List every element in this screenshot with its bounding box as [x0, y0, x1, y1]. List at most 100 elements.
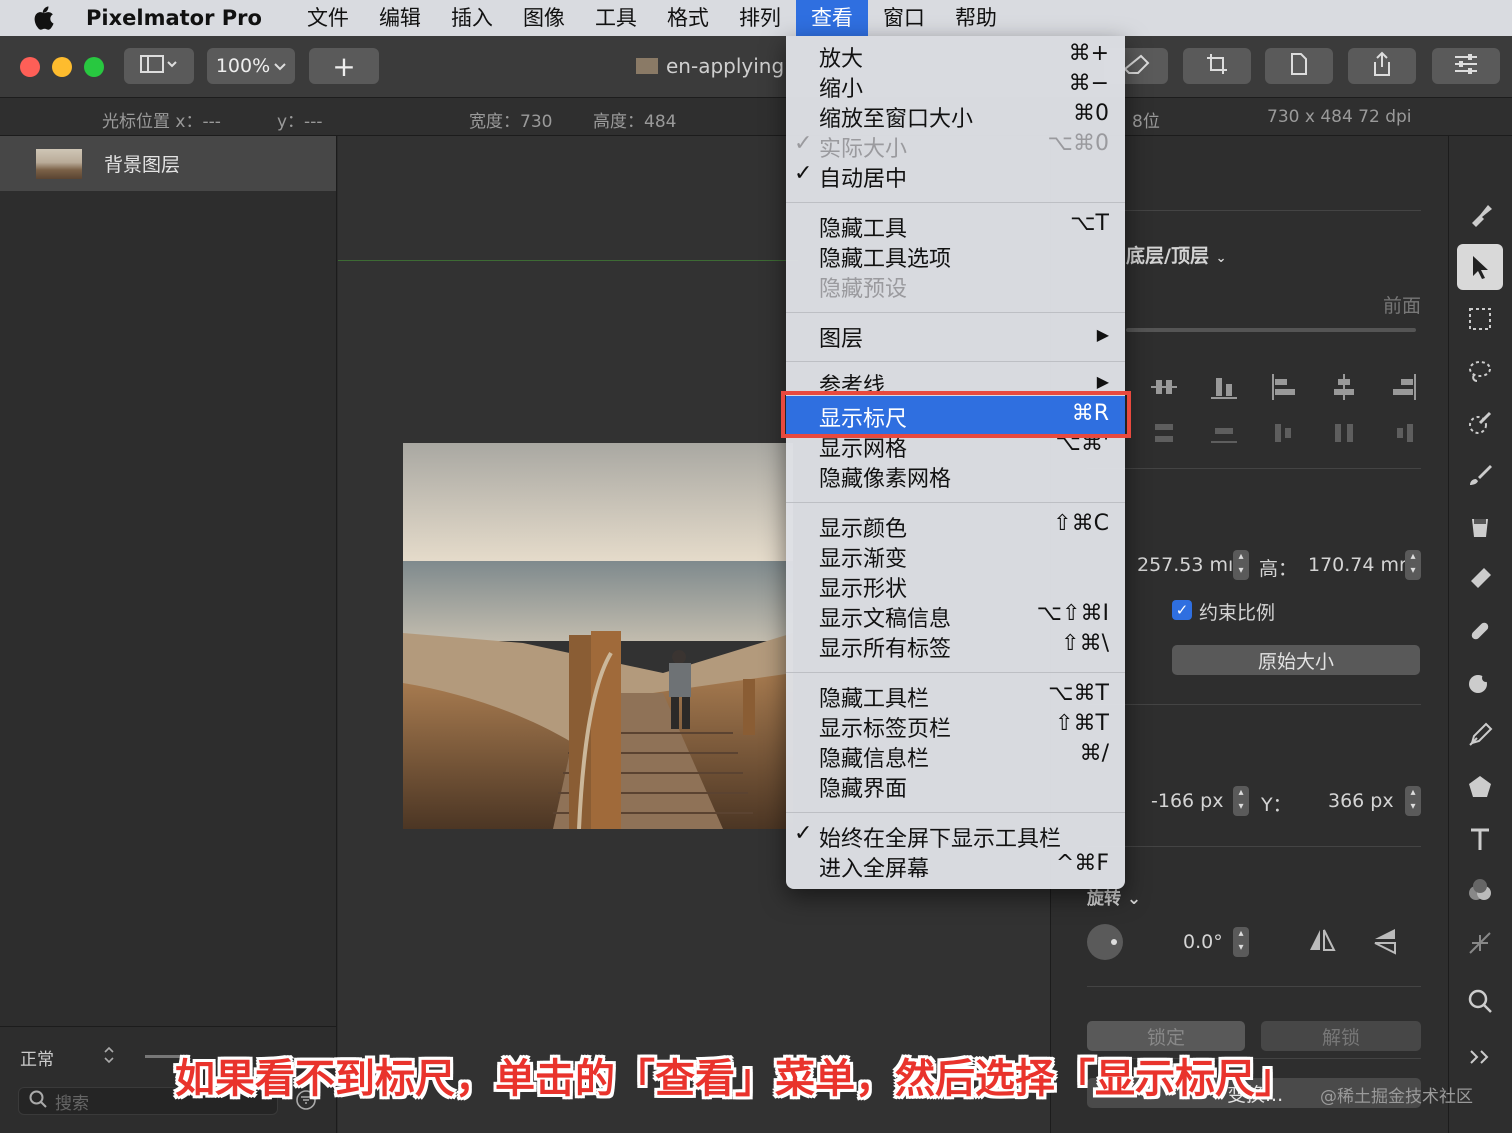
- style-tool-icon[interactable]: [1457, 192, 1503, 238]
- pen-tool-icon[interactable]: [1457, 712, 1503, 758]
- sidebar-toggle-button[interactable]: [124, 48, 194, 84]
- shape-tool-icon[interactable]: [1457, 764, 1503, 810]
- menu-item-hide-info-bar[interactable]: 隐藏信息栏 ⌘/: [786, 741, 1125, 772]
- repair-tool-icon[interactable]: [1457, 608, 1503, 654]
- menu-item-hide-presets[interactable]: 隐藏预设: [786, 271, 1125, 302]
- y-position-value[interactable]: 366 px: [1328, 790, 1394, 812]
- blend-mode-select[interactable]: 正常: [20, 1045, 54, 1070]
- rotation-dial[interactable]: [1087, 924, 1123, 960]
- quick-select-icon[interactable]: [1457, 400, 1503, 446]
- paint-brush-icon[interactable]: [1457, 452, 1503, 498]
- eraser-tool-icon[interactable]: [1457, 556, 1503, 602]
- rectangle-select-icon[interactable]: [1457, 296, 1503, 342]
- crop-button[interactable]: [1183, 48, 1251, 84]
- menu-file[interactable]: 文件: [292, 0, 364, 36]
- arrange-text: 底层/顶层: [1126, 245, 1209, 267]
- menu-window[interactable]: 窗口: [868, 0, 940, 36]
- menu-item-hide-tool-options[interactable]: 隐藏工具选项: [786, 241, 1125, 272]
- constrain-checkbox[interactable]: ✓: [1172, 600, 1192, 620]
- menu-item-shortcut: ⌘+: [1068, 41, 1109, 66]
- menu-format[interactable]: 格式: [652, 0, 724, 36]
- retouch-tool-icon[interactable]: [1457, 660, 1503, 706]
- align-left-icon[interactable]: [1271, 374, 1297, 405]
- paint-bucket-icon[interactable]: [1457, 504, 1503, 550]
- menu-item-hide-interface[interactable]: 隐藏界面: [786, 771, 1125, 802]
- menu-view[interactable]: 查看: [795, 0, 868, 36]
- distribute-bottom-icon[interactable]: [1211, 420, 1237, 451]
- menu-item-layers[interactable]: 图层 ▶: [786, 321, 1125, 352]
- zoom-window-button[interactable]: [84, 57, 104, 77]
- width-value[interactable]: 257.53 mı: [1137, 554, 1233, 576]
- menu-edit[interactable]: 编辑: [364, 0, 436, 36]
- apple-icon[interactable]: [0, 5, 86, 31]
- align-bottom-icon[interactable]: [1211, 374, 1237, 405]
- distribute-left-icon[interactable]: [1271, 420, 1297, 451]
- search-icon: [29, 1090, 47, 1113]
- submenu-arrow-icon: ▶: [1096, 372, 1109, 391]
- x-position-value[interactable]: -166 px: [1151, 790, 1223, 812]
- export-document-button[interactable]: [1265, 48, 1333, 84]
- more-tools-icon[interactable]: [1457, 1034, 1503, 1080]
- plus-icon: +: [332, 49, 356, 83]
- menu-item-actual-size[interactable]: ✓ 实际大小 ⌥⌘0: [786, 131, 1125, 162]
- menu-item-show-gradients[interactable]: 显示渐变: [786, 541, 1125, 572]
- menu-item-zoom-to-fit[interactable]: 缩放至窗口大小 ⌘0: [786, 101, 1125, 132]
- rotation-value[interactable]: 0.0°: [1183, 931, 1223, 953]
- canvas-image[interactable]: [403, 443, 793, 829]
- height-value[interactable]: 170.74 mr: [1308, 554, 1407, 576]
- menu-item-enter-fullscreen[interactable]: 进入全屏幕 ^⌘F: [786, 851, 1125, 882]
- add-button[interactable]: +: [309, 48, 379, 84]
- distribute-right-icon[interactable]: [1391, 420, 1417, 451]
- flip-vertical-icon[interactable]: [1371, 926, 1399, 961]
- zoom-dropdown[interactable]: 100%: [207, 48, 295, 84]
- menu-item-always-show-toolbar-fullscreen[interactable]: ✓ 始终在全屏下显示工具栏: [786, 821, 1125, 852]
- y-stepper[interactable]: ▴ ▾: [1405, 786, 1421, 816]
- minimize-window-button[interactable]: [52, 57, 72, 77]
- adjustments-button[interactable]: [1432, 48, 1500, 84]
- menu-item-show-shapes[interactable]: 显示形状: [786, 571, 1125, 602]
- close-window-button[interactable]: [20, 57, 40, 77]
- layer-row[interactable]: 背景图层: [0, 136, 336, 191]
- color-adjust-icon[interactable]: [1457, 868, 1503, 914]
- menu-help[interactable]: 帮助: [940, 0, 1012, 36]
- menu-item-zoom-in[interactable]: 放大 ⌘+: [786, 41, 1125, 72]
- menu-item-hide-tools[interactable]: 隐藏工具 ⌥T: [786, 211, 1125, 242]
- app-name[interactable]: Pixelmator Pro: [86, 6, 262, 30]
- menu-item-show-all-tags[interactable]: 显示所有标签 ⇧⌘\: [786, 631, 1125, 662]
- flip-horizontal-icon[interactable]: [1307, 926, 1337, 959]
- original-size-button[interactable]: 原始大小: [1172, 645, 1420, 675]
- menu-insert[interactable]: 插入: [436, 0, 508, 36]
- menu-item-hide-toolbar[interactable]: 隐藏工具栏 ⌥⌘T: [786, 681, 1125, 712]
- menu-tools[interactable]: 工具: [580, 0, 652, 36]
- menu-item-shortcut: ⌥T: [1070, 211, 1109, 236]
- arrange-label[interactable]: 底层/顶层 ⌄: [1126, 241, 1226, 268]
- x-stepper[interactable]: ▴ ▾: [1233, 786, 1249, 816]
- menu-arrange[interactable]: 排列: [724, 0, 796, 36]
- menu-image[interactable]: 图像: [508, 0, 580, 36]
- distribute-vertical-icon[interactable]: [1151, 420, 1177, 451]
- submenu-arrow-icon: ▶: [1096, 325, 1109, 344]
- lasso-icon[interactable]: [1457, 348, 1503, 394]
- align-center-vertical-icon[interactable]: [1151, 374, 1177, 405]
- height-stepper[interactable]: ▴ ▾: [1405, 550, 1421, 580]
- text-tool-icon[interactable]: [1457, 816, 1503, 862]
- menu-item-show-colors[interactable]: 显示颜色 ⇧⌘C: [786, 511, 1125, 542]
- rotation-stepper[interactable]: ▴ ▾: [1233, 927, 1249, 957]
- menu-item-hide-pixel-grid[interactable]: 隐藏像素网格: [786, 461, 1125, 492]
- menu-item-show-tab-bar[interactable]: 显示标签页栏 ⇧⌘T: [786, 711, 1125, 742]
- menu-item-show-document-info[interactable]: 显示文稿信息 ⌥⇧⌘I: [786, 601, 1125, 632]
- width-stepper[interactable]: ▴ ▾: [1233, 550, 1249, 580]
- chevron-down-icon: ⌄: [1215, 251, 1227, 266]
- share-button[interactable]: [1348, 48, 1416, 84]
- arrange-slider[interactable]: [1126, 328, 1416, 332]
- align-right-icon[interactable]: [1391, 374, 1417, 405]
- updown-chevron-icon[interactable]: [103, 1045, 115, 1069]
- arrange-tool-icon[interactable]: [1457, 244, 1503, 290]
- menu-item-zoom-out[interactable]: 缩小 ⌘−: [786, 71, 1125, 102]
- distribute-center-icon[interactable]: [1331, 420, 1357, 451]
- menu-item-auto-center[interactable]: ✓ 自动居中: [786, 161, 1125, 192]
- align-center-horizontal-icon[interactable]: [1331, 374, 1357, 405]
- zoom-tool-icon[interactable]: [1457, 978, 1503, 1024]
- front-label: 前面: [1383, 295, 1422, 317]
- distort-tool-icon[interactable]: [1457, 920, 1503, 966]
